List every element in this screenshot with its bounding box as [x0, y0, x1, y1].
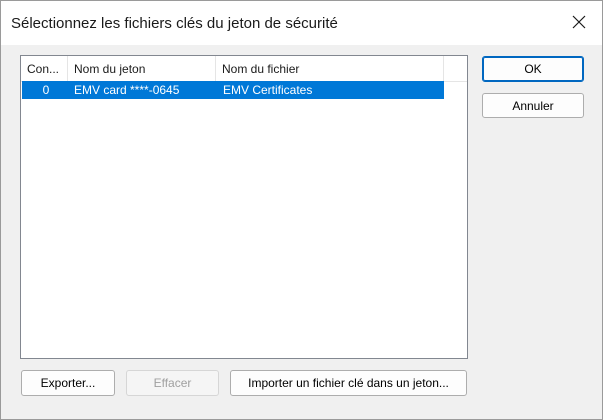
cell-file-name: EMV Certificates [223, 83, 313, 97]
cell-token-name: EMV card ****-0645 [74, 83, 180, 97]
column-header-file-name[interactable]: Nom du fichier [216, 56, 444, 81]
cell-container: 0 [42, 83, 50, 97]
import-key-file-button[interactable]: Importer un fichier clé dans un jeton... [230, 370, 467, 396]
dialog-window: Sélectionnez les fichiers clés du jeton … [0, 0, 603, 420]
cancel-button[interactable]: Annuler [482, 93, 584, 118]
column-header-token-name[interactable]: Nom du jeton [68, 56, 216, 81]
export-button[interactable]: Exporter... [21, 370, 115, 396]
column-header-container[interactable]: Con... [21, 56, 68, 81]
close-button[interactable] [556, 1, 602, 45]
table-row[interactable]: 0 EMV card ****-0645 EMV Certificates [22, 81, 444, 99]
dialog-title: Sélectionnez les fichiers clés du jeton … [11, 15, 338, 32]
ok-button[interactable]: OK [482, 56, 584, 82]
token-files-list[interactable]: Con... Nom du jeton Nom du fichier 0 EMV… [20, 55, 468, 359]
close-icon [572, 15, 586, 32]
list-header: Con... Nom du jeton Nom du fichier [21, 56, 467, 82]
delete-button: Effacer [126, 370, 219, 396]
title-bar: Sélectionnez les fichiers clés du jeton … [1, 1, 602, 45]
